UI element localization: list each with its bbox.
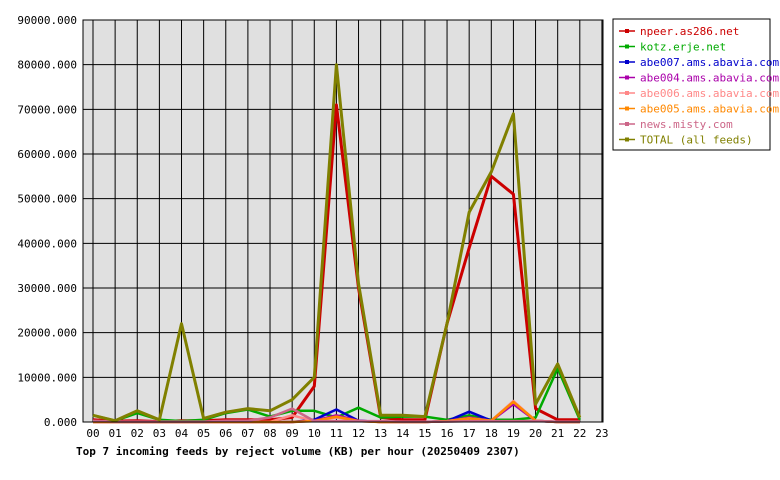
x-tick-label: 23 <box>595 427 608 440</box>
x-tick-label: 08 <box>263 427 276 440</box>
x-tick-label: 10 <box>308 427 321 440</box>
x-tick-label: 22 <box>573 427 586 440</box>
y-tick-label: 50000.000 <box>17 193 77 206</box>
x-tick-label: 14 <box>396 427 410 440</box>
legend-marker <box>625 122 629 126</box>
legend-entry: news.misty.com <box>640 118 733 131</box>
y-tick-label: 60000.000 <box>17 148 77 161</box>
legend-marker <box>625 137 629 142</box>
legend-marker <box>625 44 629 49</box>
x-tick-label: 21 <box>551 427 564 440</box>
legend-entry: TOTAL (all feeds) <box>640 134 753 147</box>
y-tick-label: 20000.000 <box>17 327 77 340</box>
x-tick-label: 16 <box>440 427 453 440</box>
y-tick-label: 70000.000 <box>17 103 77 116</box>
x-tick-label: 00 <box>86 427 99 440</box>
legend-marker <box>625 60 629 64</box>
x-tick-label: 09 <box>286 427 299 440</box>
y-tick-label: 30000.000 <box>17 282 77 295</box>
y-axis: 0.000 10000.000 20000.000 30000.000 40000.00… <box>17 14 77 429</box>
plot-background <box>82 19 604 423</box>
x-tick-label: 06 <box>219 427 232 440</box>
x-tick-label: 01 <box>109 427 122 440</box>
legend-entry: abe005.ams.abavia.com <box>640 103 779 116</box>
x-axis: 00 01 02 03 04 05 06 07 08 09 10 11 12 13 14 15 16 17 18 19… <box>86 427 608 440</box>
chart-title: Top 7 incoming feeds by reject volume (K… <box>76 445 520 458</box>
x-tick-label: 13 <box>374 427 387 440</box>
legend-marker <box>625 29 629 33</box>
legend-entry: kotz.erje.net <box>640 41 726 54</box>
legend-marker <box>625 91 629 95</box>
x-tick-label: 05 <box>197 427 210 440</box>
legend-entry: abe006.ams.abavia.com <box>640 87 779 100</box>
y-tick-label: 40000.000 <box>17 237 77 250</box>
x-tick-label: 15 <box>418 427 431 440</box>
x-tick-label: 03 <box>153 427 166 440</box>
x-tick-label: 20 <box>529 427 542 440</box>
legend-entry: abe007.ams.abavia.com <box>640 56 779 69</box>
y-tick-label: 90000.000 <box>17 14 77 27</box>
x-tick-label: 02 <box>131 427 144 440</box>
x-tick-label: 19 <box>507 427 520 440</box>
x-tick-label: 18 <box>485 427 498 440</box>
x-tick-label: 07 <box>241 427 254 440</box>
x-tick-label: 17 <box>463 427 476 440</box>
legend: npeer.as286.net kotz.erje.net abe007.ams.a… <box>612 18 779 151</box>
y-tick-label: 0.000 <box>44 416 77 429</box>
legend-entry: abe004.ams.abavia.com <box>640 72 779 85</box>
chart: 0.000 10000.000 20000.000 30000.000 40000.00… <box>17 14 779 458</box>
legend-entry: npeer.as286.net <box>640 25 739 38</box>
x-tick-label: 12 <box>352 427 365 440</box>
x-tick-label: 04 <box>175 427 189 440</box>
legend-marker <box>625 106 629 111</box>
y-tick-label: 10000.000 <box>17 371 77 384</box>
legend-marker <box>625 75 629 80</box>
x-tick-label: 11 <box>330 427 343 440</box>
y-tick-label: 80000.000 <box>17 59 77 72</box>
